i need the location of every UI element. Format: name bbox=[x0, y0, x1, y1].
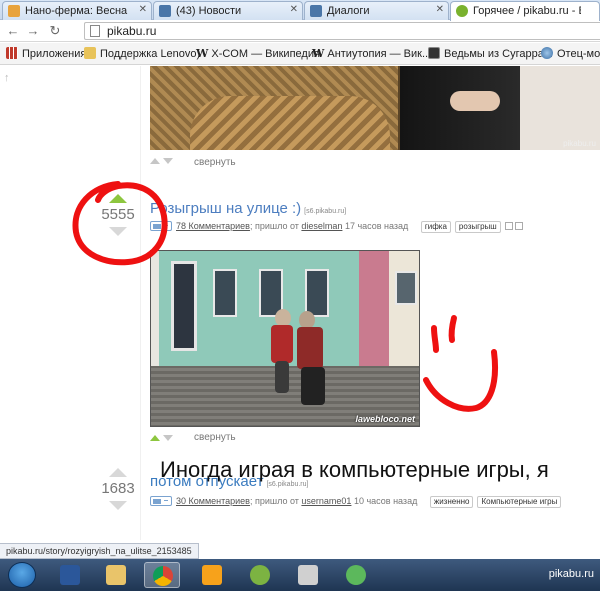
tab-vk-dialogs[interactable]: Диалоги ✕ bbox=[304, 1, 449, 20]
tab-label: Нано-ферма: Весна bbox=[25, 5, 128, 17]
farm-icon bbox=[8, 5, 20, 17]
reload-icon[interactable]: ↻ bbox=[46, 22, 64, 40]
bookmark-xcom[interactable]: W X-COM — Википедия bbox=[196, 47, 320, 60]
vk-icon bbox=[310, 5, 322, 17]
apps-grid-icon bbox=[6, 47, 18, 59]
image-watermark: pikabu.ru bbox=[563, 139, 596, 148]
globe-icon bbox=[541, 47, 553, 59]
collapse-link[interactable]: свернуть bbox=[194, 157, 236, 168]
previous-post-image: pikabu.ru bbox=[150, 66, 600, 150]
windows-taskbar: pikabu.ru bbox=[0, 559, 600, 591]
expand-icon[interactable] bbox=[514, 222, 523, 230]
taskbar-android[interactable] bbox=[242, 562, 278, 588]
forward-arrow-icon[interactable]: → bbox=[24, 22, 42, 40]
status-bar-url: pikabu.ru/story/rozyigryish_na_ulitse_21… bbox=[0, 543, 199, 559]
post1-gif[interactable]: laweblocо.net bbox=[150, 250, 420, 427]
downvote-icon[interactable] bbox=[162, 435, 173, 441]
gif-camera-icon bbox=[150, 496, 172, 506]
author-link[interactable]: username01 bbox=[301, 496, 351, 506]
screenshot-root: Нано-ферма: Весна ✕ (43) Новости ✕ Диало… bbox=[0, 0, 600, 591]
post-source[interactable]: [s6.pikabu.ru] bbox=[304, 208, 346, 215]
prev-vote-arrows[interactable] bbox=[150, 156, 173, 166]
taskbar-utorrent[interactable] bbox=[338, 562, 374, 588]
folder-icon bbox=[84, 47, 96, 59]
bookmark-father[interactable]: Отец-мол bbox=[541, 47, 600, 60]
post1-rating: 5555 bbox=[98, 194, 138, 236]
chrome-icon bbox=[153, 566, 173, 586]
wikipedia-icon: W bbox=[312, 47, 325, 60]
gif-camera-icon bbox=[150, 221, 172, 231]
post2-body-text: Иногда играя в компьютерные игры, я bbox=[160, 457, 549, 482]
address-bar[interactable]: pikabu.ru bbox=[84, 22, 600, 40]
back-arrow-icon[interactable]: ← bbox=[4, 22, 22, 40]
post1-meta: 78 Комментариев; пришло от dieselman 17 … bbox=[150, 221, 523, 233]
android-icon bbox=[250, 565, 270, 585]
taskbar-word[interactable] bbox=[52, 562, 88, 588]
utorrent-icon bbox=[346, 565, 366, 585]
rating-value: 5555 bbox=[101, 206, 135, 223]
upvote-icon[interactable] bbox=[109, 468, 127, 477]
save-icon[interactable] bbox=[504, 222, 513, 230]
taskbar-fl-studio[interactable] bbox=[194, 562, 230, 588]
author-link[interactable]: dieselman bbox=[301, 221, 342, 231]
close-icon[interactable]: ✕ bbox=[290, 4, 298, 15]
page-icon bbox=[90, 25, 100, 37]
pikabu-watermark: pikabu.ru bbox=[548, 568, 594, 580]
downvote-icon[interactable] bbox=[109, 227, 127, 236]
vk-icon bbox=[159, 5, 171, 17]
bookmark-dystopia[interactable]: W Антиутопия — Вик... bbox=[312, 47, 431, 60]
tab-nano-farm[interactable]: Нано-ферма: Весна ✕ bbox=[2, 1, 152, 20]
upvote-icon[interactable] bbox=[109, 194, 127, 203]
browser-toolbar: ← → ↻ pikabu.ru bbox=[0, 20, 600, 42]
comments-link[interactable]: 30 Комментариев bbox=[176, 496, 250, 506]
fl-studio-icon bbox=[202, 565, 222, 585]
taskbar-app[interactable] bbox=[290, 562, 326, 588]
pikabu-icon bbox=[456, 5, 468, 17]
downvote-icon[interactable] bbox=[162, 158, 173, 164]
tag-relatable[interactable]: жизненно bbox=[429, 496, 474, 508]
collapse-link[interactable]: свернуть bbox=[194, 432, 236, 443]
post1-title[interactable]: Розыгрыш на улице :) [s6.pikabu.ru] bbox=[150, 200, 346, 217]
gif-watermark: laweblocо.net bbox=[355, 414, 415, 424]
close-icon[interactable]: ✕ bbox=[139, 4, 147, 15]
post-time: 17 часов назад bbox=[344, 221, 409, 231]
tab-label: (43) Новости bbox=[176, 5, 242, 17]
tab-label: Горячее / pikabu.ru - Все bbox=[473, 5, 581, 17]
tab-label: Диалоги bbox=[327, 5, 370, 17]
windows-start-icon[interactable] bbox=[8, 562, 36, 588]
scroll-up-arrow-icon[interactable]: ↑ bbox=[4, 72, 10, 84]
divider bbox=[140, 66, 141, 540]
taskbar-explorer[interactable] bbox=[98, 562, 134, 588]
bookmark-witches[interactable]: Ведьмы из Сугарра... bbox=[428, 47, 553, 60]
bookmarks-bar: Приложения Поддержка Lenovo) W X-COM — Ви… bbox=[0, 43, 600, 65]
close-icon[interactable]: ✕ bbox=[436, 4, 444, 15]
taskbar-chrome[interactable] bbox=[144, 562, 180, 588]
tag-computer-games[interactable]: Компьютерные игры bbox=[477, 496, 562, 508]
address-text: pikabu.ru bbox=[107, 24, 157, 38]
wikipedia-icon: W bbox=[196, 47, 209, 60]
tab-vk-news[interactable]: (43) Новости ✕ bbox=[153, 1, 303, 20]
rating-value: 1683 bbox=[101, 480, 135, 497]
tag-prank[interactable]: розыгрыш bbox=[454, 221, 501, 233]
film-icon bbox=[428, 47, 440, 59]
post-time: 10 часов назад bbox=[353, 496, 418, 506]
upvote-icon[interactable] bbox=[150, 435, 160, 441]
tab-pikabu-hot[interactable]: Горячее / pikabu.ru - Все bbox=[450, 1, 600, 21]
bookmark-lenovo[interactable]: Поддержка Lenovo) bbox=[84, 47, 200, 60]
explorer-folder-icon bbox=[106, 565, 126, 585]
post1-vote-arrows-bottom[interactable] bbox=[150, 433, 173, 443]
downvote-icon[interactable] bbox=[109, 501, 127, 510]
bookmark-apps[interactable]: Приложения bbox=[6, 47, 86, 60]
post2-rating: 1683 bbox=[98, 468, 138, 510]
app-icon bbox=[298, 565, 318, 585]
tag-gif[interactable]: гифка bbox=[420, 221, 451, 233]
browser-tab-strip: Нано-ферма: Весна ✕ (43) Новости ✕ Диало… bbox=[0, 0, 600, 21]
post2-meta: 30 Комментариев; пришло от username01 10… bbox=[150, 496, 562, 508]
word-icon bbox=[60, 565, 80, 585]
comments-link[interactable]: 78 Комментариев bbox=[176, 221, 250, 231]
upvote-icon[interactable] bbox=[150, 158, 160, 164]
